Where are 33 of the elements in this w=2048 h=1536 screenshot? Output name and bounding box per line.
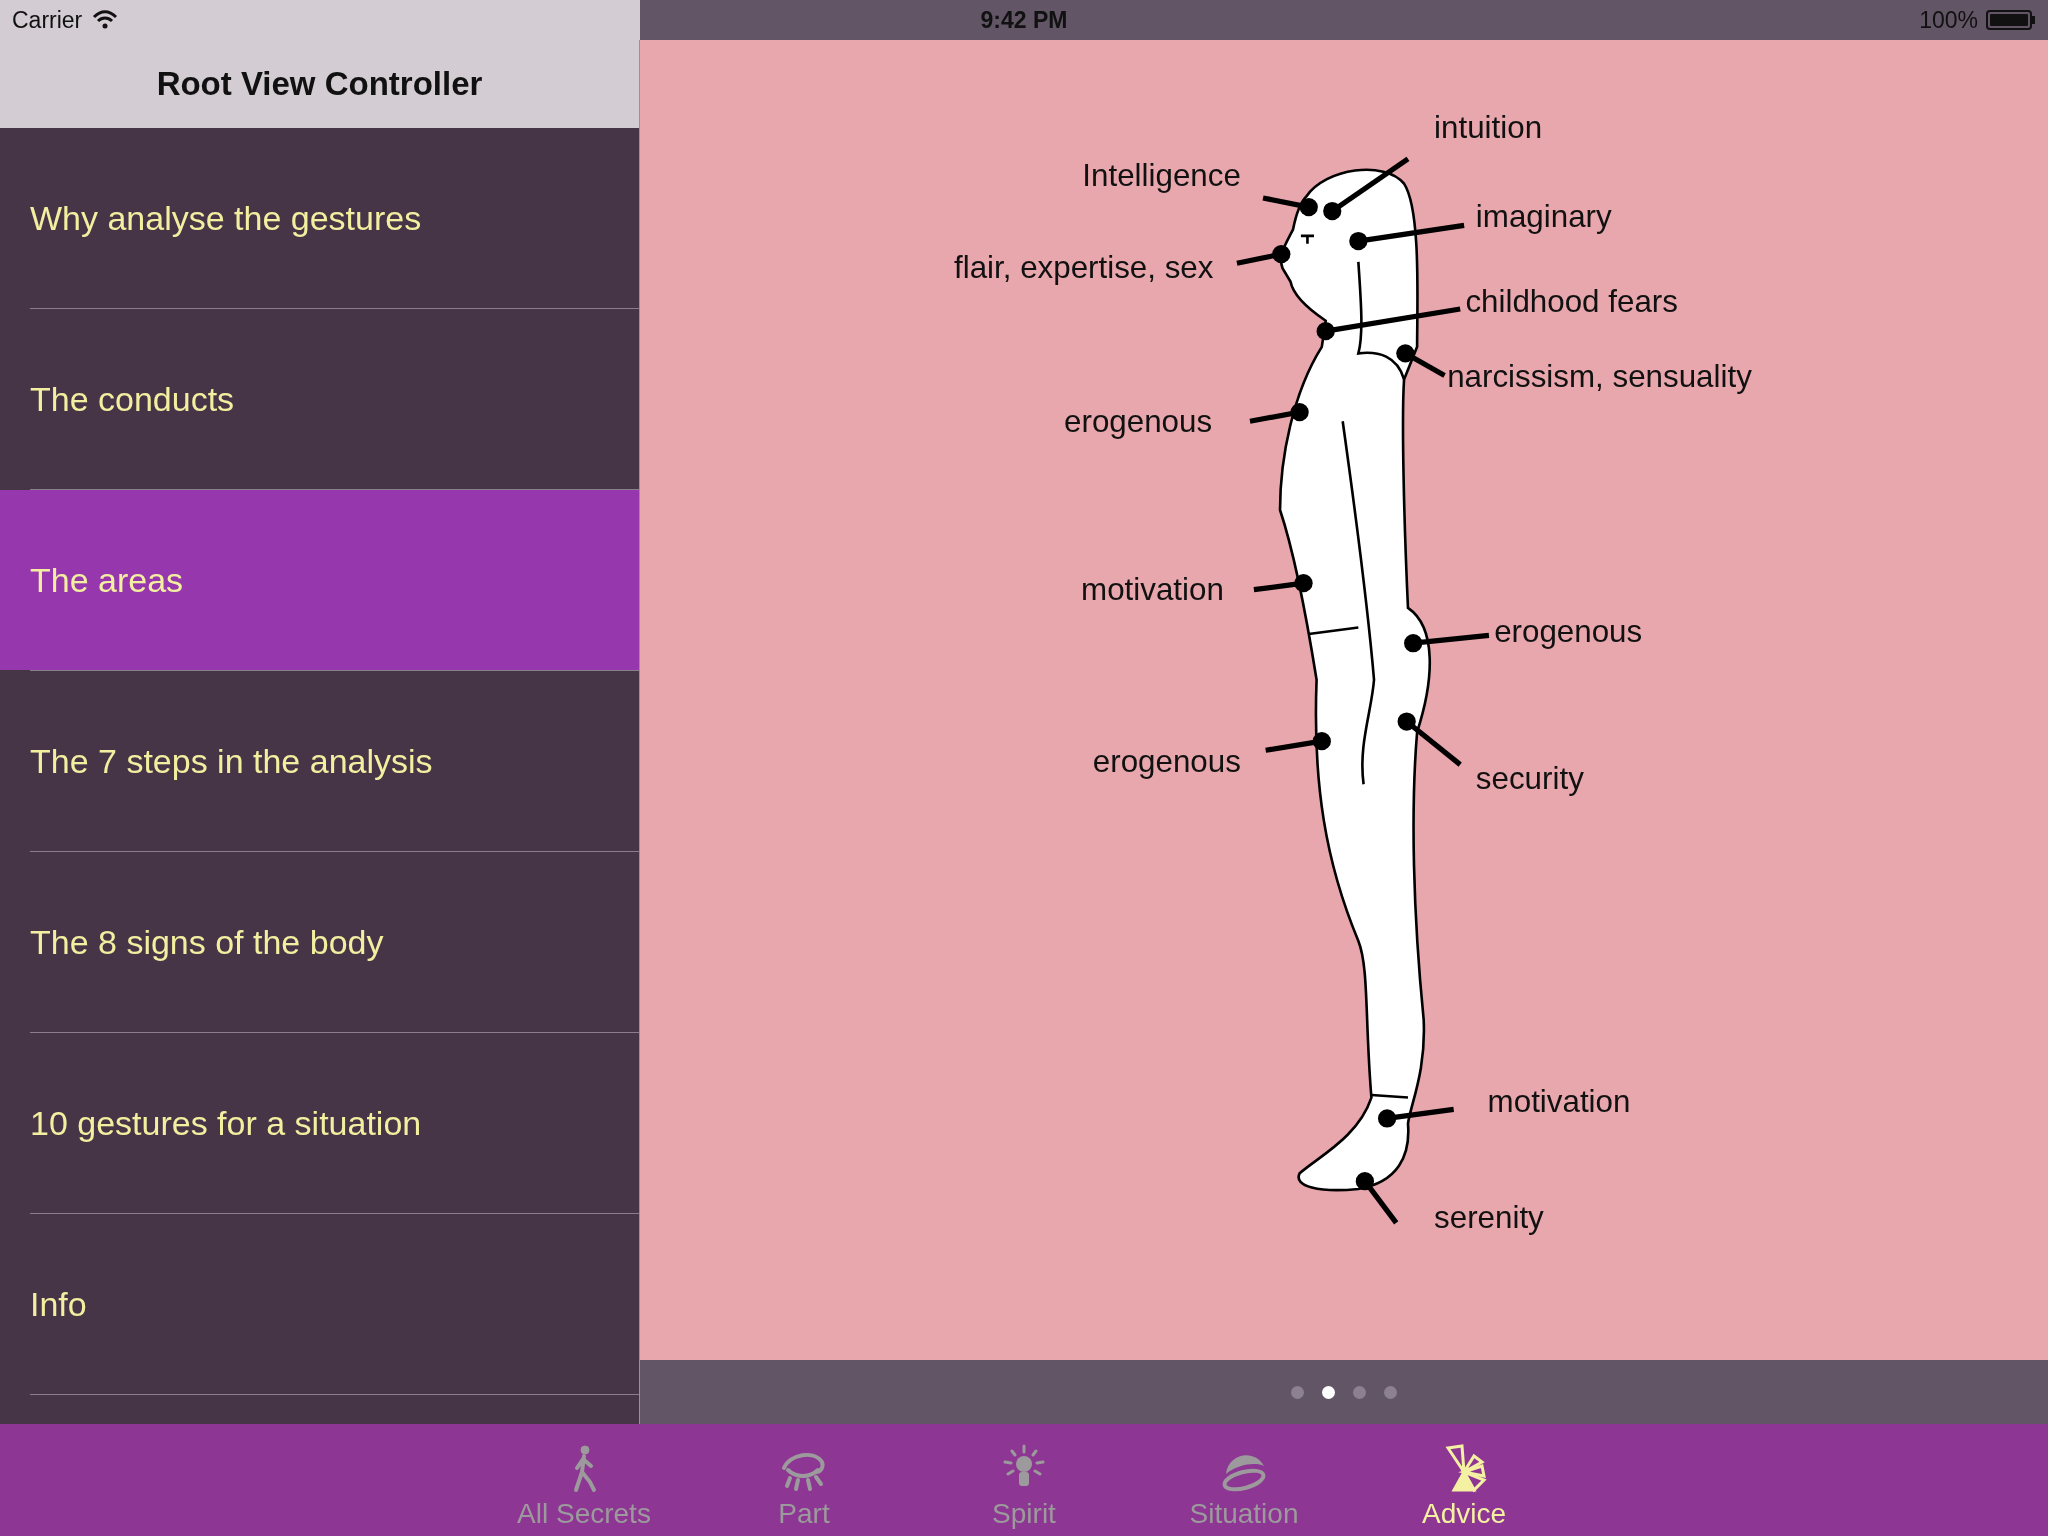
area-label: erogenous — [1494, 613, 1643, 649]
carrier-label: Carrier — [12, 6, 83, 34]
battery-percentage: 100% — [1919, 6, 1978, 34]
leader-line — [1249, 402, 1309, 424]
leader-line — [1253, 574, 1313, 593]
area-label: flair, expertise, sex — [954, 249, 1214, 285]
wifi-icon — [92, 10, 119, 30]
page-indicator-dot[interactable] — [1291, 1385, 1304, 1399]
leader-line — [1355, 1172, 1399, 1225]
page-indicator-dot[interactable] — [1353, 1385, 1366, 1399]
leader-line — [1397, 712, 1462, 767]
area-label: erogenous — [1064, 403, 1213, 439]
battery-icon — [1986, 10, 2036, 30]
leader-line — [1262, 195, 1318, 217]
area-label: serenity — [1434, 1200, 1544, 1236]
area-label: imaginary — [1475, 198, 1612, 234]
area-label: childhood fears — [1465, 283, 1678, 319]
status-time: 9:42 PM — [980, 6, 1068, 34]
menu-item[interactable]: The areas — [0, 490, 639, 670]
area-label: intuition — [1434, 109, 1543, 145]
area-label: narcissism, sensuality — [1447, 359, 1752, 395]
page-indicator-dot[interactable] — [1322, 1385, 1335, 1399]
area-label: erogenous — [1092, 744, 1241, 780]
area-label: security — [1475, 761, 1584, 797]
leader-line — [1236, 245, 1291, 266]
page-indicator-dot[interactable] — [1384, 1385, 1397, 1399]
area-label: motivation — [1487, 1083, 1631, 1119]
leader-line — [1396, 344, 1446, 378]
area-label: Intelligence — [1082, 158, 1241, 194]
nav-title: Root View Controller — [156, 65, 483, 103]
tab-bar-item[interactable]: Advice — [1354, 1424, 1574, 1536]
area-label: motivation — [1081, 572, 1224, 608]
leader-line — [1265, 732, 1331, 753]
